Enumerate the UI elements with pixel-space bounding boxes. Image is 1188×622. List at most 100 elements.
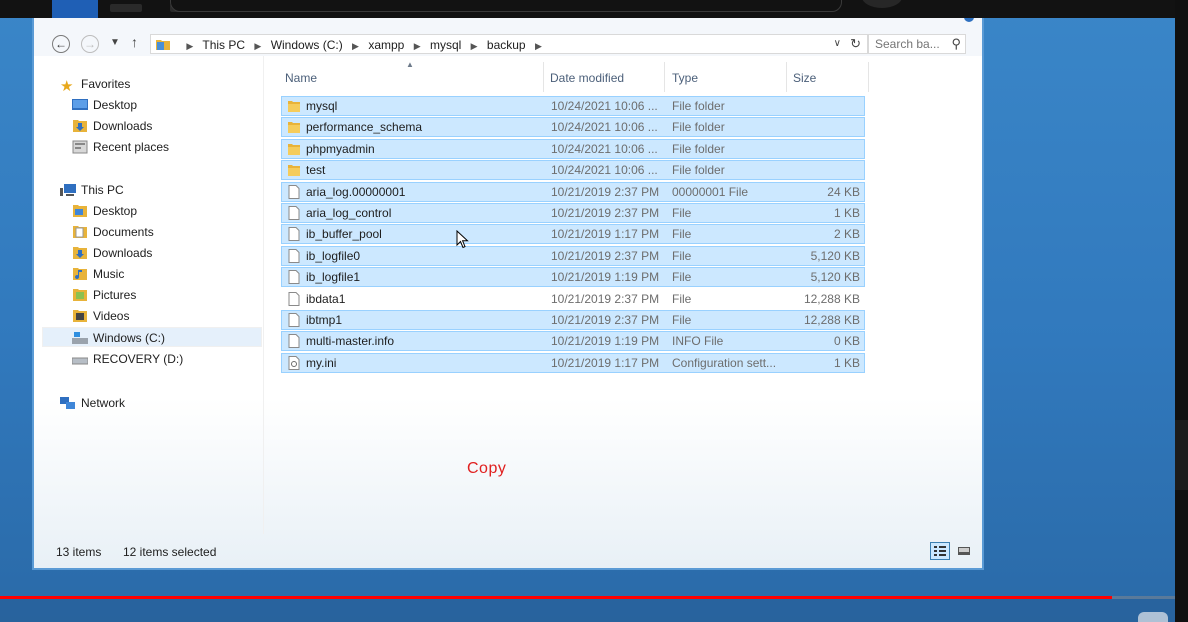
table-row[interactable]: ib_logfile0 10/21/2019 2:37 PM File 5,120 K…	[281, 245, 865, 266]
drive-icon	[72, 332, 88, 344]
table-row[interactable]: aria_log.00000001 10/21/2019 2:37 PM 00000…	[281, 181, 865, 202]
table-row[interactable]: aria_log_control 10/21/2019 2:37 PM File 1 …	[281, 203, 865, 223]
search-input[interactable]	[875, 36, 947, 52]
file-date-modified: 10/21/2019 2:37 PM	[551, 184, 660, 199]
table-row[interactable]: mysql 10/24/2021 10:06 ... File folder	[281, 96, 865, 116]
table-row[interactable]: multi-master.info 10/21/2019 1:19 PM INFO …	[281, 331, 865, 352]
nav-this-pc-pictures[interactable]: Pictures	[72, 285, 136, 305]
nav-favorites-desktop[interactable]: Desktop	[72, 95, 137, 115]
nav-this-pc[interactable]: This PC	[60, 180, 124, 200]
table-row[interactable]: ibtmp1 10/21/2019 2:37 PM File 12,288 KB	[281, 310, 865, 330]
forward-button[interactable]: →	[81, 35, 99, 53]
breadcrumb-this-pc[interactable]: This PC	[202, 38, 245, 52]
ribbon-tab-file[interactable]	[52, 0, 98, 18]
folder-icon	[288, 143, 300, 155]
column-header-date-modified[interactable]: Date modified	[550, 68, 624, 88]
search-icon[interactable]: ⚲	[951, 36, 961, 52]
column-header-size[interactable]: Size	[793, 68, 816, 88]
column-header-type[interactable]: Type	[672, 68, 698, 88]
nav-favorites-downloads[interactable]: Downloads	[72, 116, 152, 136]
videos-folder-icon	[73, 310, 87, 322]
large-icons-view-icon	[958, 547, 970, 555]
file-name: ibtmp1	[306, 313, 343, 327]
file-type: File	[672, 291, 692, 306]
file-date-modified: 10/24/2021 10:06 ...	[551, 141, 658, 156]
address-bar[interactable]: ▶ This PC ▶ Windows (C:) ▶ xampp ▶ mysql…	[150, 34, 868, 54]
overlay-search-bar	[170, 0, 842, 12]
file-name: my.ini	[306, 355, 337, 370]
chevron-right-icon: ▶	[186, 41, 194, 51]
file-type: File	[672, 206, 692, 220]
table-row[interactable]: performance_schema 10/24/2021 10:06 ... Fi…	[281, 117, 865, 138]
file-name: phpmyadmin	[306, 141, 375, 156]
file-icon	[288, 206, 300, 220]
nav-this-pc-videos[interactable]: Videos	[72, 306, 129, 326]
file-date-modified: 10/21/2019 2:37 PM	[551, 248, 660, 263]
desktop-icon	[72, 99, 88, 110]
help-icon[interactable]	[964, 18, 974, 22]
ribbon-tab-home[interactable]	[110, 4, 142, 12]
config-file-icon	[288, 355, 300, 370]
nav-favorites-recent-places[interactable]: Recent places	[72, 137, 169, 157]
back-arrow-icon: ←	[55, 37, 67, 51]
file-name: ib_logfile0	[306, 248, 361, 263]
nav-this-pc-recovery-d[interactable]: RECOVERY (D:)	[72, 349, 183, 369]
file-date-modified: 10/24/2021 10:06 ...	[551, 163, 658, 178]
breadcrumb-mysql[interactable]: mysql	[430, 38, 461, 52]
breadcrumb-windows-c[interactable]: Windows (C:)	[271, 38, 343, 52]
table-row[interactable]: ib_logfile1 10/21/2019 1:19 PM File 5,120 K…	[281, 267, 865, 288]
back-button[interactable]: ←	[52, 35, 70, 53]
documents-folder-icon	[73, 226, 87, 238]
file-date-modified: 10/21/2019 1:17 PM	[551, 227, 660, 242]
file-name: performance_schema	[306, 120, 423, 135]
recent-locations-chevron-down-icon[interactable]: ▼	[110, 37, 120, 48]
large-icons-view-button[interactable]	[954, 542, 974, 560]
chevron-right-icon[interactable]: ▶	[471, 41, 478, 51]
file-type: Configuration sett...	[672, 355, 777, 370]
address-history-chevron-down-icon[interactable]: ∨	[834, 38, 841, 49]
chevron-right-icon[interactable]: ▶	[254, 41, 261, 51]
nav-network[interactable]: Network	[60, 393, 125, 413]
nav-this-pc-music[interactable]: Music	[72, 264, 124, 284]
details-view-icon	[934, 546, 946, 556]
table-row[interactable]: ib_buffer_pool 10/21/2019 1:17 PM File 2 KB	[281, 224, 865, 245]
file-type: File folder	[672, 120, 725, 135]
table-row[interactable]: ibdata1 10/21/2019 2:37 PM File 12,288 KB	[281, 288, 865, 309]
chevron-right-icon[interactable]: ▶	[414, 41, 421, 51]
file-name: aria_log.00000001	[306, 184, 406, 199]
details-view-button[interactable]	[930, 542, 950, 560]
up-arrow-icon[interactable]: ↑	[131, 34, 138, 50]
refresh-icon[interactable]: ↻	[850, 36, 861, 52]
status-bar: 13 items 12 items selected	[34, 540, 982, 568]
chevron-right-icon[interactable]: ▶	[352, 41, 359, 51]
nav-this-pc-desktop[interactable]: Desktop	[72, 201, 137, 221]
breadcrumb-backup[interactable]: backup	[487, 38, 526, 52]
item-count: 13 items	[56, 545, 102, 559]
column-header-name[interactable]: Name	[285, 68, 317, 88]
address-row: ← → ▼ ↑ ▶ This PC ▶ Windows (C:) ▶ xampp…	[34, 18, 982, 56]
overlay-round-button	[862, 0, 902, 8]
file-date-modified: 10/21/2019 2:37 PM	[551, 291, 660, 306]
downloads-folder-icon	[73, 120, 87, 132]
chevron-right-icon[interactable]: ▶	[535, 41, 542, 51]
file-type: File	[672, 227, 692, 242]
table-row[interactable]: phpmyadmin 10/24/2021 10:06 ... File folde…	[281, 138, 865, 159]
table-row[interactable]: my.ini 10/21/2019 1:17 PM Configuration se…	[281, 352, 865, 373]
nav-this-pc-documents[interactable]: Documents	[72, 222, 154, 242]
breadcrumb-xampp[interactable]: xampp	[368, 38, 404, 52]
file-date-modified: 10/21/2019 2:37 PM	[551, 206, 660, 220]
file-name: ib_buffer_pool	[306, 227, 382, 242]
downloads-folder-icon	[73, 247, 87, 259]
file-name: mysql	[306, 99, 338, 113]
nav-this-pc-downloads[interactable]: Downloads	[72, 243, 152, 263]
nav-favorites[interactable]: ★ Favorites	[60, 74, 130, 95]
folder-icon	[288, 122, 300, 134]
table-row[interactable]: test 10/24/2021 10:06 ... File folder	[281, 160, 865, 181]
computer-icon	[60, 184, 76, 196]
right-edge-strip	[1175, 0, 1188, 622]
nav-this-pc-windows-c[interactable]: Windows (C:)	[42, 327, 262, 347]
file-icon	[288, 270, 300, 285]
search-box[interactable]: ⚲	[868, 34, 966, 54]
file-size: 2 KB	[833, 227, 860, 242]
file-name: aria_log_control	[306, 206, 392, 220]
